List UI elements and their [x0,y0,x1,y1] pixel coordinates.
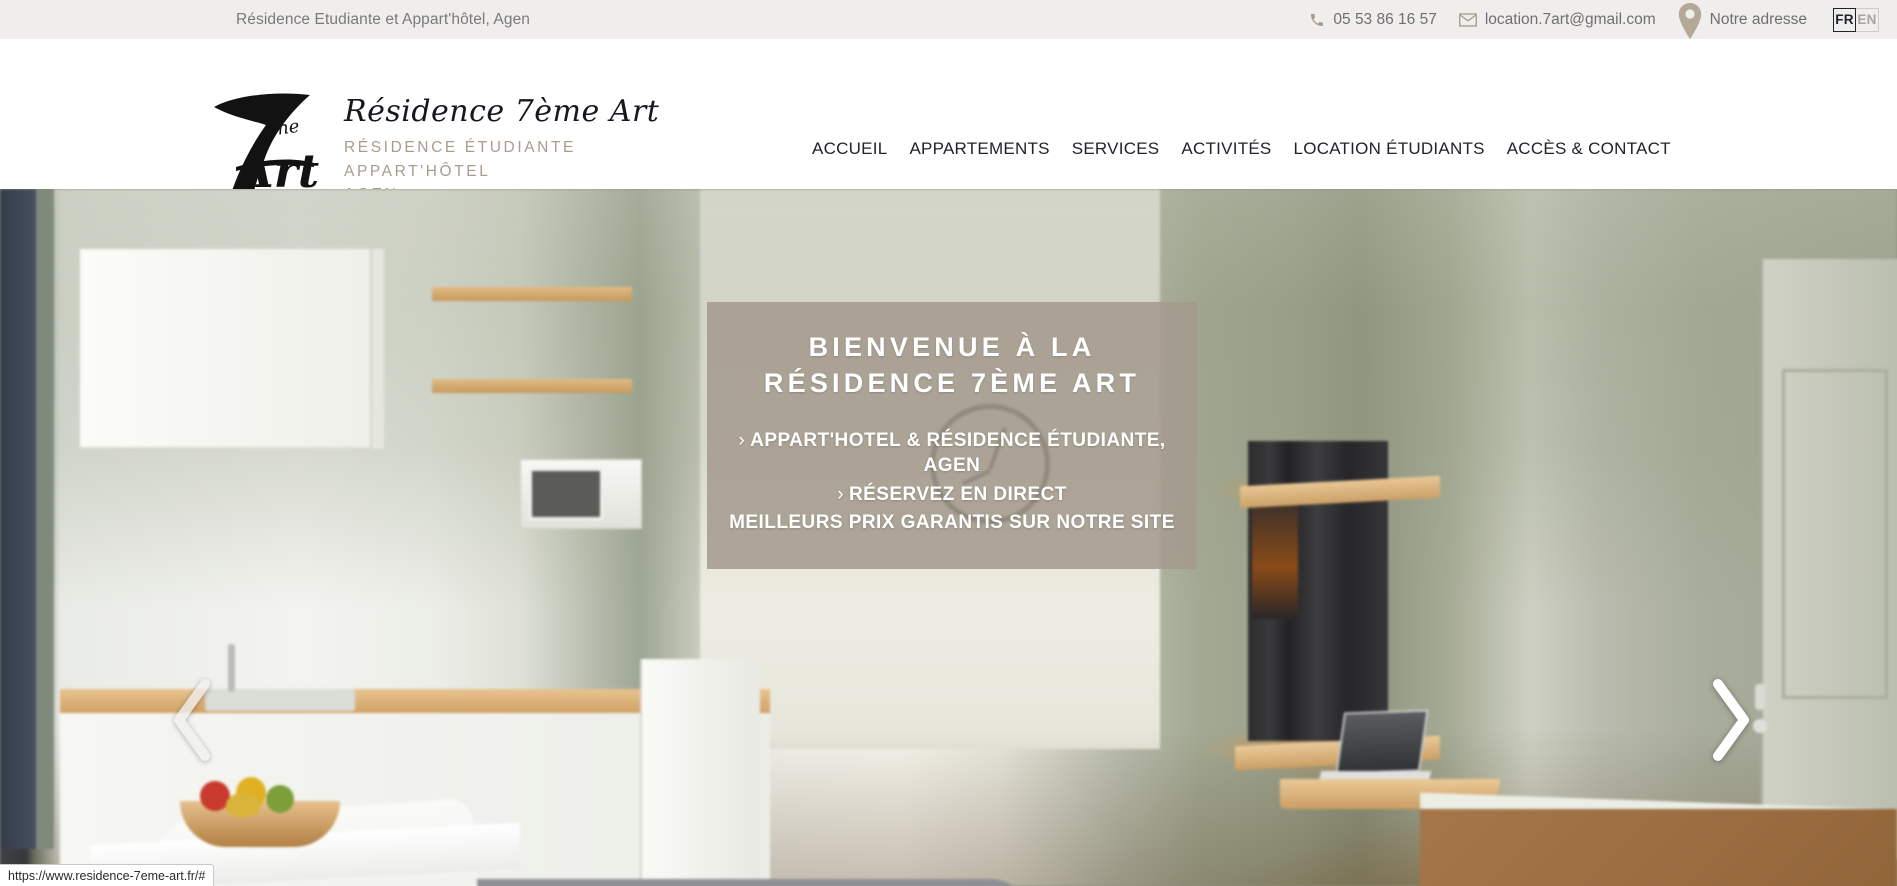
email-address: location.7art@gmail.com [1484,10,1656,28]
topbar-right-group: 05 53 86 16 57 location.7art@gmail.com N… [1287,0,1879,39]
browser-status-bar: https://www.residence-7eme-art.fr/# [0,864,215,886]
nav-item-activites[interactable]: ACTIVITÉS [1181,139,1271,159]
svg-text:ème: ème [260,116,301,142]
nav-item-acces-contact[interactable]: ACCÈS & CONTACT [1507,139,1671,159]
nav-item-accueil[interactable]: ACCUEIL [812,139,887,159]
address-label: Notre adresse [1709,10,1807,28]
lang-button-en[interactable]: EN [1856,7,1879,32]
email-link[interactable]: location.7art@gmail.com [1458,10,1656,29]
hero-title: BIENVENUE À LA RÉSIDENCE 7ÈME ART [727,330,1177,402]
hero-bullet-1-text: APPART'HOTEL & RÉSIDENCE ÉTUDIANTE, AGEN [750,429,1166,477]
status-bar-url: https://www.residence-7eme-art.fr/# [8,868,206,883]
address-link[interactable]: Notre adresse [1678,0,1807,39]
nav-item-services[interactable]: SERVICES [1072,139,1160,159]
chevron-right-icon: › [837,483,844,505]
hero-bullet-list: › APPART'HOTEL & RÉSIDENCE ÉTUDIANTE, AGE… [727,428,1177,536]
phone-icon [1309,12,1325,28]
hero-title-line-1: BIENVENUE À LA [808,332,1096,362]
logo-subtitle-line-2: APPART'HÔTEL [344,162,491,180]
hero-bullet-3: MEILLEURS PRIX GARANTIS SUR NOTRE SITE [729,512,1175,534]
hero-carousel: BIENVENUE À LA RÉSIDENCE 7ÈME ART › APPAR… [0,189,1897,886]
language-switcher[interactable]: FR EN [1833,7,1879,32]
hero-bullet-1: › APPART'HOTEL & RÉSIDENCE ÉTUDIANTE, AGE… [727,428,1177,479]
hero-bullet-2: › RÉSERVEZ EN DIRECT [727,482,1177,507]
site-tagline: Résidence Etudiante et Appart'hôtel, Age… [236,10,531,28]
top-utility-bar: Résidence Etudiante et Appart'hôtel, Age… [0,0,1897,39]
hero-title-line-2: RÉSIDENCE 7ÈME ART [763,367,1141,398]
envelope-icon [1458,12,1477,27]
hero-caption-spacer [727,402,1177,420]
hero-caption-box: BIENVENUE À LA RÉSIDENCE 7ÈME ART › APPAR… [707,302,1197,569]
phone-number: 05 53 86 16 57 [1333,10,1437,28]
phone-link[interactable]: 05 53 86 16 57 [1309,10,1437,29]
logo-subtitle-line-1: RÉSIDENCE ÉTUDIANTE [344,139,576,156]
carousel-next-button[interactable] [1699,676,1761,764]
nav-item-location-etudiants[interactable]: LOCATION ÉTUDIANTS [1294,139,1485,159]
carousel-prev-button[interactable] [162,676,224,764]
chevron-right-icon: › [738,429,746,451]
seven-art-logo-icon: ème Art [210,89,338,193]
map-pin-icon [1678,0,1702,39]
hero-bullet-2-text: RÉSERVEZ EN DIRECT [848,483,1067,505]
lang-button-fr[interactable]: FR [1833,7,1856,32]
main-navigation: ACCUEIL APPARTEMENTS SERVICES ACTIVITÉS … [812,139,1671,159]
nav-item-appartements[interactable]: APPARTEMENTS [909,139,1049,159]
logo-title: Résidence 7ème Art [344,94,660,129]
site-header: ème Art Résidence 7ème Art RÉSIDENCE ÉTU… [0,39,1897,203]
